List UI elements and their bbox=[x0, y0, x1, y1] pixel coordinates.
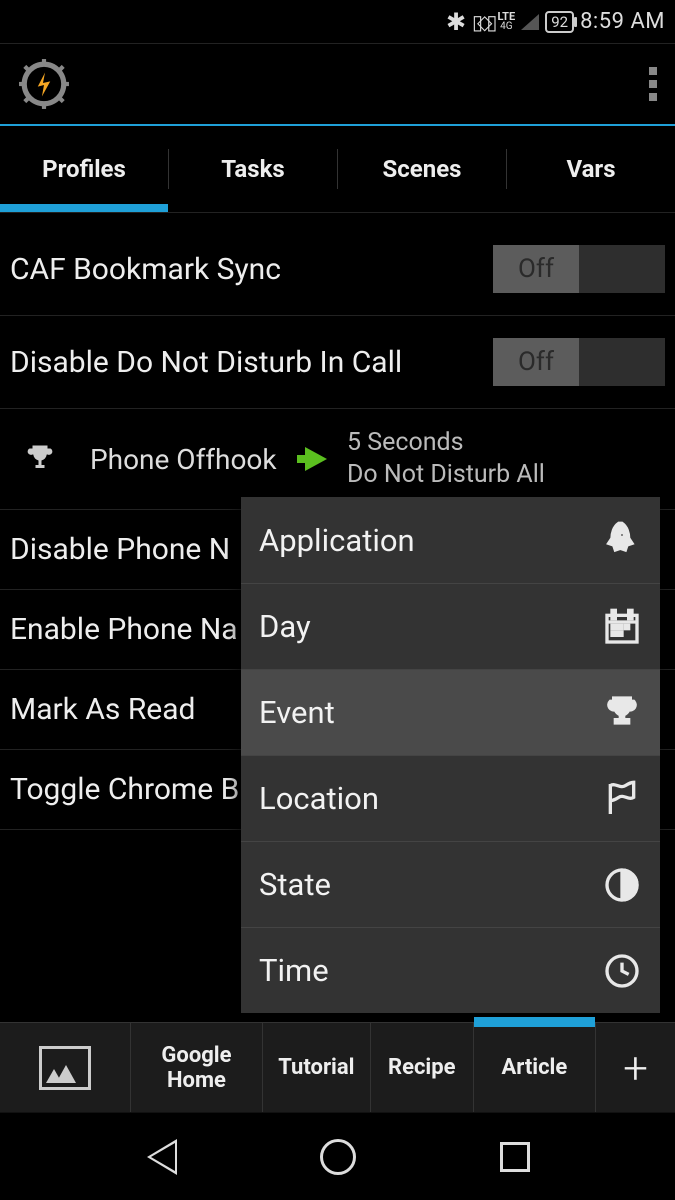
status-bar: ✱ ▯◇▯ LTE 4G 92 8:59 AM bbox=[0, 0, 675, 44]
calendar-icon bbox=[602, 607, 642, 647]
overflow-menu-button[interactable] bbox=[649, 67, 657, 101]
clock-icon bbox=[602, 951, 642, 991]
project-tab[interactable]: Google Home bbox=[130, 1023, 262, 1112]
profile-row[interactable]: Disable Do Not Disturb In Call Off bbox=[0, 316, 675, 409]
project-tab[interactable]: Tutorial bbox=[262, 1023, 370, 1112]
picture-icon bbox=[39, 1046, 91, 1090]
app-bar bbox=[0, 44, 675, 126]
popup-item-label: Location bbox=[259, 780, 379, 817]
popup-item-day[interactable]: Day bbox=[241, 583, 660, 669]
trophy-icon bbox=[602, 693, 642, 733]
tab-tasks[interactable]: Tasks bbox=[169, 126, 337, 212]
popup-item-label: Day bbox=[259, 608, 311, 645]
arrow-right-icon bbox=[305, 447, 327, 471]
contrast-icon bbox=[602, 865, 642, 905]
popup-item-state[interactable]: State bbox=[241, 841, 660, 927]
profile-row[interactable]: CAF Bookmark Sync Off bbox=[0, 223, 675, 316]
tab-indicator bbox=[0, 204, 168, 212]
main-tabs: Profiles Tasks Scenes Vars bbox=[0, 126, 675, 212]
popup-item-label: State bbox=[259, 866, 331, 903]
profile-name: Disable Do Not Disturb In Call bbox=[10, 345, 402, 380]
nav-recent-button[interactable] bbox=[500, 1142, 530, 1172]
context-tasks: 5 Seconds Do Not Disturb All bbox=[347, 427, 545, 491]
popup-item-application[interactable]: Application bbox=[241, 497, 660, 583]
vibrate-icon: ▯◇▯ bbox=[472, 10, 491, 34]
project-tab[interactable]: Recipe bbox=[370, 1023, 473, 1112]
profile-name: Toggle Chrome B bbox=[10, 772, 239, 807]
tab-profiles[interactable]: Profiles bbox=[0, 126, 168, 212]
tasker-logo-icon bbox=[18, 58, 70, 110]
nav-home-button[interactable] bbox=[320, 1139, 356, 1175]
toggle-off-label: Off bbox=[493, 338, 579, 386]
signal-icon bbox=[521, 14, 539, 30]
profile-name: Mark As Read bbox=[10, 692, 195, 727]
add-profile-button[interactable]: + bbox=[595, 1023, 675, 1112]
network-lte-icon: LTE 4G bbox=[497, 12, 515, 32]
status-time: 8:59 AM bbox=[580, 9, 665, 34]
popup-item-label: Application bbox=[259, 522, 415, 559]
toggle-off-label: Off bbox=[493, 245, 579, 293]
project-tab-active[interactable]: Article bbox=[473, 1023, 595, 1112]
android-nav-bar bbox=[0, 1112, 675, 1200]
profile-name: CAF Bookmark Sync bbox=[10, 252, 281, 287]
profile-context-row[interactable]: Phone Offhook 5 Seconds Do Not Disturb A… bbox=[0, 409, 675, 510]
profile-toggle[interactable]: Off bbox=[493, 245, 665, 293]
rocket-icon bbox=[602, 520, 642, 560]
popup-item-label: Time bbox=[259, 952, 329, 989]
add-context-popup: Application Day Event Location State Time bbox=[241, 497, 660, 1013]
nav-back-button[interactable] bbox=[145, 1139, 175, 1175]
popup-item-event[interactable]: Event bbox=[241, 669, 660, 755]
popup-item-time[interactable]: Time bbox=[241, 927, 660, 1013]
popup-item-label: Event bbox=[259, 694, 335, 731]
profile-toggle[interactable]: Off bbox=[493, 338, 665, 386]
bluetooth-icon: ✱ bbox=[446, 8, 466, 36]
project-home-icon[interactable] bbox=[0, 1023, 130, 1112]
flag-icon bbox=[602, 779, 642, 819]
context-label: Phone Offhook bbox=[90, 443, 285, 476]
tab-vars[interactable]: Vars bbox=[507, 126, 675, 212]
battery-indicator: 92 bbox=[545, 11, 574, 33]
profile-name: Enable Phone Na bbox=[10, 612, 238, 647]
popup-item-location[interactable]: Location bbox=[241, 755, 660, 841]
trophy-icon bbox=[22, 441, 58, 477]
profile-name: Disable Phone N bbox=[10, 532, 230, 567]
tab-scenes[interactable]: Scenes bbox=[338, 126, 506, 212]
project-bar: Google Home Tutorial Recipe Article + bbox=[0, 1022, 675, 1112]
